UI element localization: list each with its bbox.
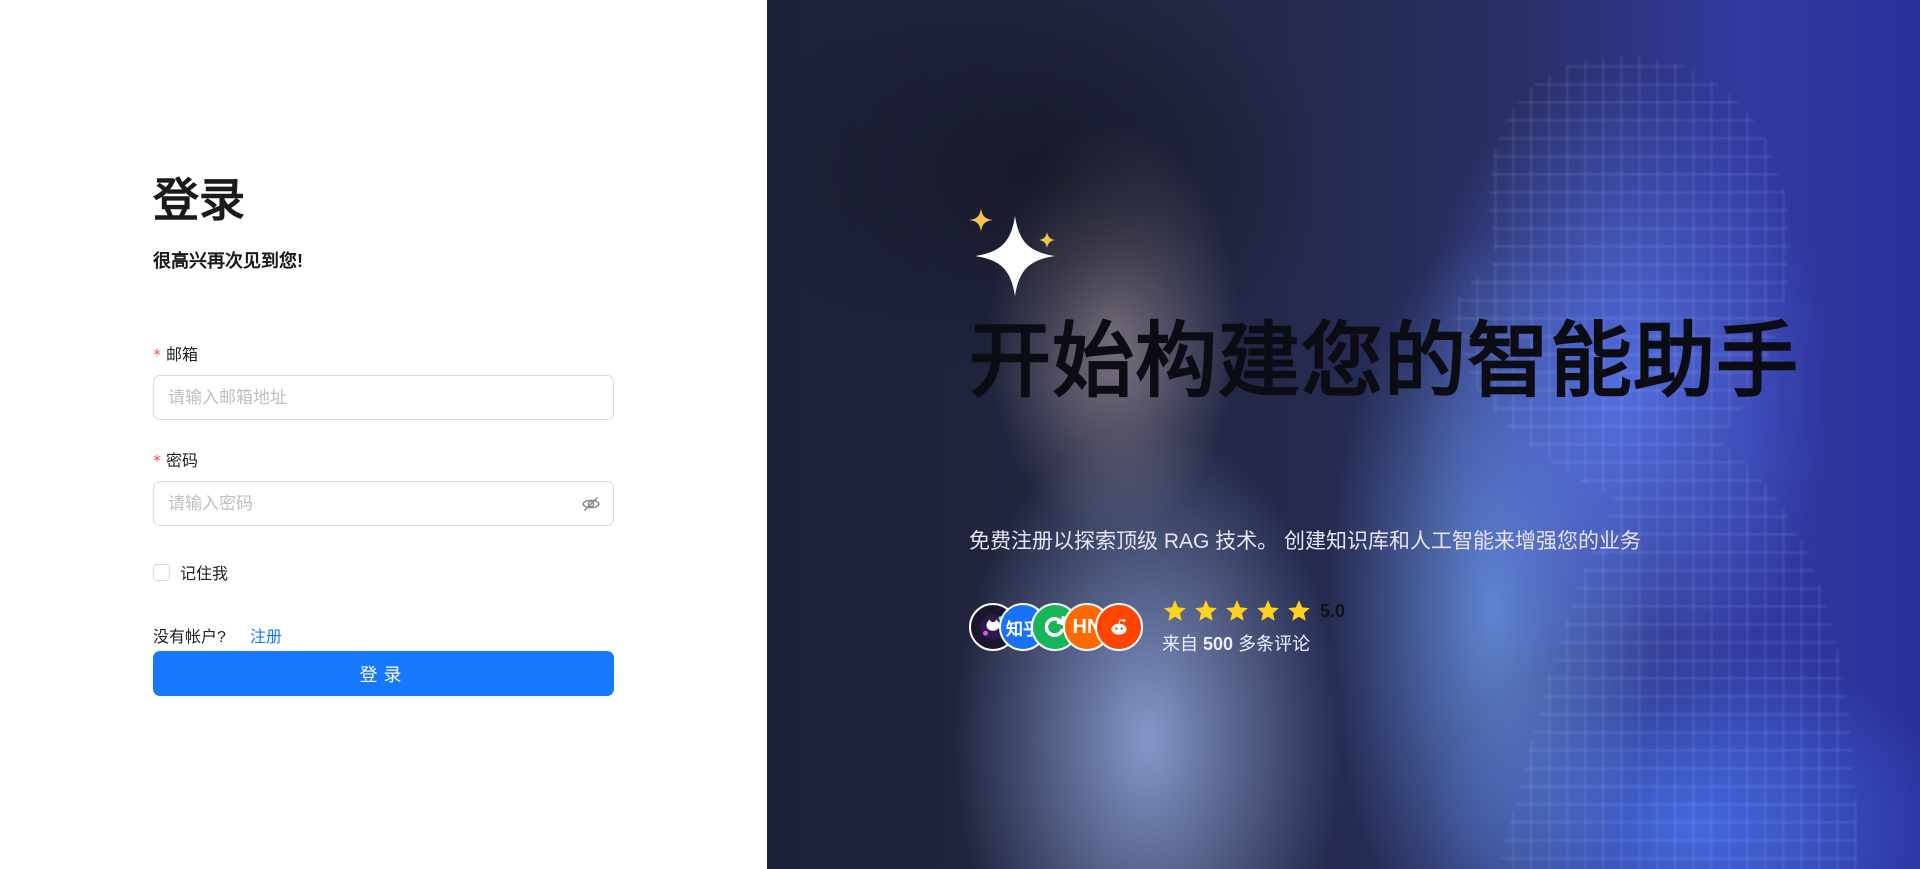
email-label: * 邮箱 — [153, 341, 198, 365]
rating-stars: 5.0 — [1162, 598, 1345, 624]
remember-label: 记住我 — [180, 566, 229, 583]
required-mark: * — [153, 451, 161, 470]
login-subtitle: 很高兴再次见到您! — [153, 251, 303, 271]
no-account-text: 没有帐户? — [153, 629, 226, 646]
reddit-icon — [1111, 618, 1127, 635]
password-field-wrapper — [153, 481, 614, 526]
email-field-wrapper — [153, 375, 614, 420]
star-icon — [1288, 600, 1310, 621]
email-label-text: 邮箱 — [166, 347, 199, 364]
reviews-suffix: 多条评论 — [1238, 634, 1311, 654]
remember-me[interactable]: 记住我 — [153, 560, 228, 584]
eye-invisible-icon[interactable] — [581, 495, 601, 513]
star-icon — [1257, 600, 1279, 621]
password-label: * 密码 — [153, 447, 198, 471]
reviews-prefix: 来自 — [1162, 634, 1198, 654]
register-link[interactable]: 注册 — [250, 623, 282, 647]
hero-panel: 开始构建您的智能助手 免费注册以探索顶级 RAG 技术。 创建知识库和人工智能来… — [767, 0, 1920, 869]
star-icon — [1195, 600, 1217, 621]
rating-value: 5.0 — [1320, 600, 1346, 621]
star-icon — [1164, 600, 1186, 621]
sparkle-icon — [969, 208, 1055, 296]
login-title: 登录 — [153, 174, 245, 226]
star-icon — [1226, 600, 1248, 621]
password-input[interactable] — [154, 482, 613, 525]
reddit-avatar — [1095, 603, 1143, 651]
hero-description: 免费注册以探索顶级 RAG 技术。 创建知识库和人工智能来增强您的业务 — [969, 530, 1642, 553]
remember-checkbox[interactable] — [153, 563, 170, 581]
hero-title: 开始构建您的智能助手 — [969, 316, 1800, 407]
reviews-count: 500 — [1203, 634, 1234, 654]
email-input[interactable] — [154, 376, 613, 419]
wireframe-mesh-decoration — [1455, 56, 1857, 869]
login-button[interactable]: 登录 — [153, 651, 614, 696]
required-mark: * — [153, 345, 161, 364]
reviews-text: 来自 500 多条评论 — [1162, 630, 1310, 656]
login-panel: 登录 很高兴再次见到您! * 邮箱 * 密码 记住我 没有帐户? 注册 登录 — [0, 0, 767, 869]
avatar-group: 知乎 HN — [969, 603, 1149, 653]
password-label-text: 密码 — [166, 453, 199, 470]
